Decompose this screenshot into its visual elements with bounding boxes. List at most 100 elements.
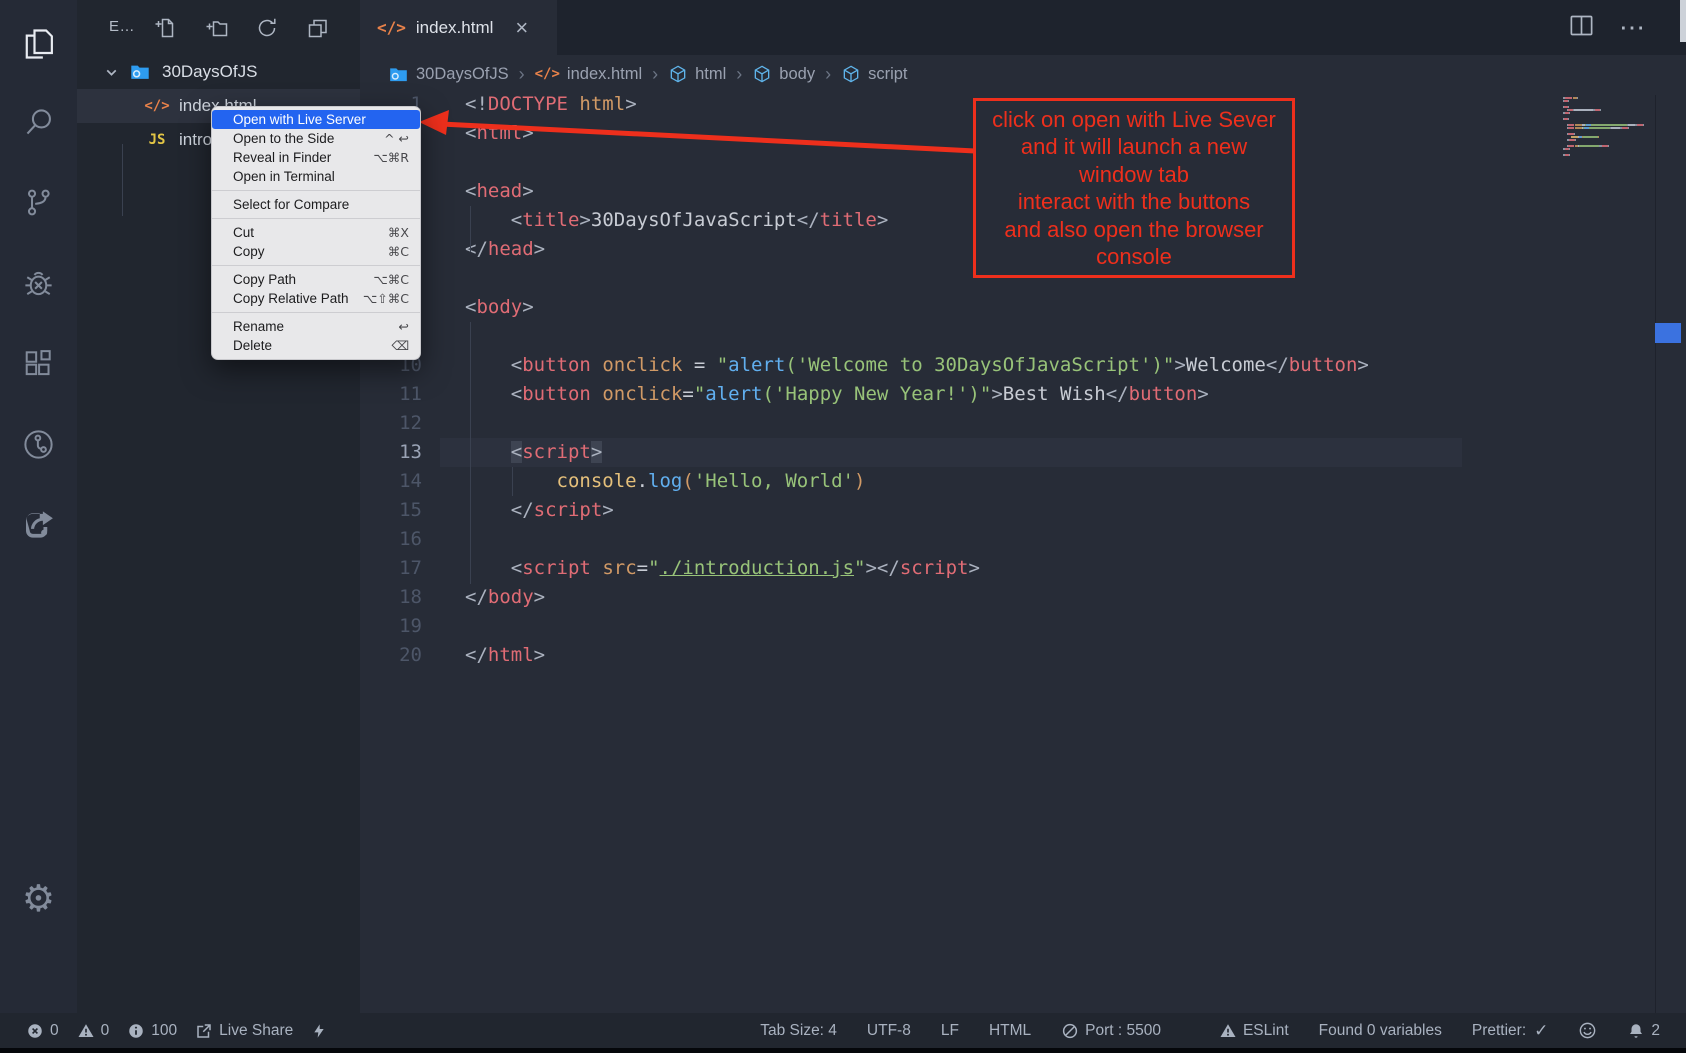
menu-item-label: Select for Compare [233,197,349,212]
status-smiley[interactable] [1578,1021,1597,1040]
share-icon[interactable] [0,488,77,560]
menu-item-label: Open with Live Server [233,112,366,127]
folder-label: 30DaysOfJS [162,62,257,82]
port-icon [1061,1022,1079,1040]
menu-item-shortcut: ↩ [399,319,409,334]
check-icon: ✓ [1534,1021,1548,1041]
status-0[interactable]: 0 [26,1022,59,1040]
overview-ruler-marker [1655,323,1681,343]
breadcrumb-separator: › [736,64,742,85]
breadcrumb-html[interactable]: html [668,64,726,84]
menu-item-label: Open to the Side [233,131,334,146]
remote-fork-icon[interactable] [0,408,77,480]
settings-gear-icon[interactable]: ⚙ [0,862,77,934]
status-100[interactable]: 100 [127,1022,177,1040]
minimap[interactable] [1563,97,1655,157]
source-control-icon[interactable] [0,166,77,238]
bell-icon [1627,1022,1645,1040]
menu-item-label: Copy Path [233,272,296,287]
status-label: UTF-8 [867,1022,911,1040]
breadcrumb-label: index.html [567,65,642,84]
status-label: Tab Size: 4 [760,1022,837,1040]
new-file-icon[interactable] [152,15,178,41]
line-number: 14 [360,467,422,496]
status-2[interactable]: 2 [1627,1022,1660,1040]
breadcrumb-index-html[interactable]: </> index.html [535,65,643,84]
menu-separator [212,265,420,266]
scrollbar-thumb[interactable] [1680,0,1686,42]
status-found-0-variables[interactable]: Found 0 variables [1319,1022,1442,1040]
vscode-window: ⚙ E… [0,0,1686,1053]
editor-actions: ⋯ [1568,0,1646,55]
status-html[interactable]: HTML [989,1022,1031,1040]
status-tab-size-4[interactable]: Tab Size: 4 [760,1022,837,1040]
status-port-5500[interactable]: Port : 5500 [1061,1022,1161,1040]
html-file-icon: </> [377,18,406,37]
status-lf[interactable]: LF [941,1022,959,1040]
folder-icon [388,64,409,85]
menu-item-cut[interactable]: Cut⌘X [212,223,420,242]
menu-item-shortcut: ⌥⌘R [373,150,409,165]
minimap-line [1563,109,1655,111]
new-folder-icon[interactable] [203,15,229,41]
folder-30DaysOfJS[interactable]: 30DaysOfJS [77,55,360,89]
annotation-line: window tab [976,161,1292,189]
code-icon: </> [535,66,560,82]
tab-index-html[interactable]: </> index.html × [360,0,557,55]
status-eslint[interactable]: ESLint [1219,1022,1289,1040]
menu-item-open-with-live-server[interactable]: Open with Live Server [212,110,420,129]
menu-item-rename[interactable]: Rename↩ [212,317,420,336]
annotation-line: and it will launch a new [976,133,1292,161]
code-text: </head> [465,235,545,264]
menu-item-delete[interactable]: Delete⌫ [212,336,420,355]
menu-item-label: Copy [233,244,265,259]
run-debug-icon[interactable] [0,247,77,319]
minimap-line [1563,121,1655,123]
indent-guide [512,467,513,496]
code-text: <script> [465,438,602,467]
minimap-line [1563,100,1655,102]
status-label: 2 [1651,1022,1660,1040]
menu-item-open-in-terminal[interactable]: Open in Terminal [212,167,420,186]
status-bar: 00 100 Live Share Tab Size: 4 UTF-8 LF HTML Po… [0,1013,1686,1048]
menu-item-shortcut: ⌫ [391,338,409,353]
status-0[interactable]: 0 [77,1022,110,1040]
breadcrumb-label: body [779,65,815,84]
search-icon[interactable] [0,86,77,158]
status-label: Prettier: [1472,1022,1526,1040]
menu-item-copy-relative-path[interactable]: Copy Relative Path⌥⇧⌘C [212,289,420,308]
code-text: <button onclick = "alert('Welcome to 30D… [465,351,1369,380]
code-line-11: 11 <button onclick="alert('Happy New Yea… [360,380,1686,409]
explorer-icon[interactable] [0,8,77,80]
annotation-line: click on open with Live Sever [976,106,1292,134]
line-number: 20 [360,641,422,670]
code-text: <head> [465,177,534,206]
status-bolt[interactable] [311,1022,327,1040]
warning-icon [77,1022,95,1040]
code-line-17: 17 <script src="./introduction.js"></scr… [360,554,1686,583]
split-editor-icon[interactable] [1568,12,1595,44]
menu-item-copy-path[interactable]: Copy Path⌥⌘C [212,270,420,289]
breadcrumb-separator: › [652,64,658,85]
breadcrumb-script[interactable]: script [841,64,907,84]
code-line-16: 16 [360,525,1686,554]
status-live-share[interactable]: Live Share [195,1022,293,1040]
minimap-line [1563,112,1655,114]
menu-item-reveal-in-finder[interactable]: Reveal in Finder ⌥⌘R [212,148,420,167]
refresh-icon[interactable] [254,15,280,41]
menu-item-open-to-the-side[interactable]: Open to the Side^ ↩ [212,129,420,148]
extensions-icon[interactable] [0,327,77,399]
status-utf-8[interactable]: UTF-8 [867,1022,911,1040]
menu-item-label: Reveal in Finder [233,150,331,165]
breadcrumb-body[interactable]: body [752,64,815,84]
more-actions-icon[interactable]: ⋯ [1619,12,1646,43]
status-label: 100 [151,1022,177,1040]
collapse-all-icon[interactable] [305,15,331,41]
line-number: 13 [360,438,422,467]
menu-item-copy[interactable]: Copy⌘C [212,242,420,261]
status-prettier[interactable]: Prettier: ✓ [1472,1021,1549,1041]
breadcrumb-30daysofjs[interactable]: 30DaysOfJS [388,64,509,85]
menu-item-select-for-compare[interactable]: Select for Compare [212,195,420,214]
js-file-icon: JS [144,132,170,148]
close-icon[interactable]: × [515,17,528,39]
